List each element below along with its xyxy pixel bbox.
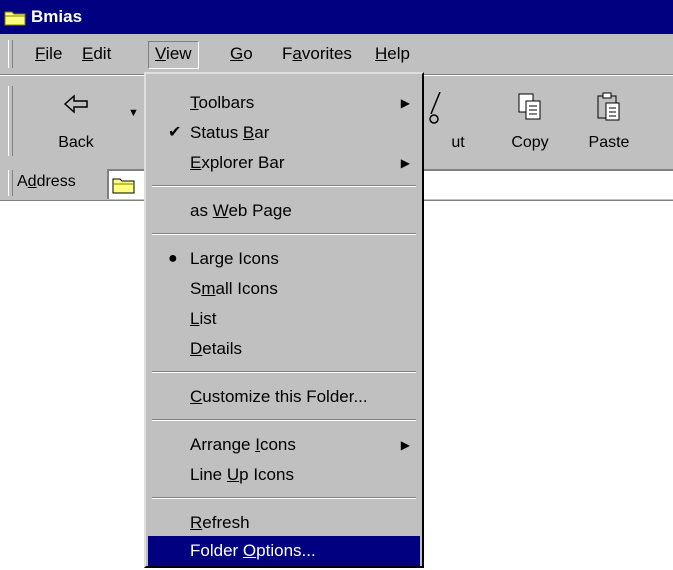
menu-file[interactable]: File bbox=[29, 42, 68, 66]
menu-large-icons[interactable]: ● Large Icons bbox=[148, 244, 420, 274]
paste-icon bbox=[596, 92, 622, 127]
menu-as-web-page[interactable]: as Web Page bbox=[148, 196, 420, 226]
menu-status-bar[interactable]: ✔ Status Bar bbox=[148, 118, 420, 148]
cut-button[interactable]: ut bbox=[415, 82, 487, 160]
back-arrow-icon bbox=[63, 92, 89, 121]
folder-icon bbox=[4, 9, 26, 31]
menu-details[interactable]: Details bbox=[148, 334, 420, 364]
menu-favorites[interactable]: Favorites bbox=[276, 42, 358, 66]
window-title: Bmias bbox=[31, 7, 83, 26]
menu-folder-options[interactable]: Folder Options... bbox=[148, 536, 420, 566]
addressbar-grip[interactable] bbox=[8, 170, 13, 196]
menu-line-up-icons[interactable]: Line Up Icons bbox=[148, 460, 420, 490]
menu-refresh[interactable]: Refresh bbox=[148, 508, 420, 538]
menu-small-icons[interactable]: Small Icons bbox=[148, 274, 420, 304]
checkmark-icon: ✔ bbox=[168, 124, 182, 141]
copy-button[interactable]: Copy bbox=[494, 82, 566, 160]
submenu-arrow-icon: ▶ bbox=[400, 96, 410, 110]
folder-icon bbox=[112, 176, 136, 200]
toolbar-grip[interactable] bbox=[8, 86, 13, 156]
menu-arrange-icons[interactable]: Arrange Icons ▶ bbox=[148, 430, 420, 460]
radio-bullet-icon: ● bbox=[168, 250, 178, 267]
menu-edit[interactable]: Edit bbox=[76, 42, 117, 66]
menu-view[interactable]: View bbox=[148, 41, 199, 69]
address-label: Address bbox=[17, 173, 76, 190]
copy-icon bbox=[517, 92, 543, 127]
paste-button[interactable]: Paste bbox=[573, 82, 645, 160]
submenu-arrow-icon: ▶ bbox=[400, 438, 410, 452]
view-menu-dropdown: Toolbars ▶ ✔ Status Bar Explorer Bar ▶ a… bbox=[144, 72, 424, 568]
menu-explorer-bar[interactable]: Explorer Bar ▶ bbox=[148, 148, 420, 178]
menu-help[interactable]: Help bbox=[369, 42, 416, 66]
menu-bar: File Edit View Go Favorites Help bbox=[0, 34, 673, 75]
back-button[interactable]: Back bbox=[40, 82, 112, 160]
menu-go[interactable]: Go bbox=[224, 42, 259, 66]
menu-separator bbox=[152, 371, 416, 373]
menu-customize-folder[interactable]: Customize this Folder... bbox=[148, 382, 420, 412]
title-bar: Bmias bbox=[0, 0, 673, 34]
menu-separator bbox=[152, 185, 416, 187]
back-dropdown-icon[interactable]: ▼ bbox=[128, 107, 139, 119]
submenu-arrow-icon: ▶ bbox=[400, 156, 410, 170]
menu-list[interactable]: List bbox=[148, 304, 420, 334]
menu-separator bbox=[152, 497, 416, 499]
menu-toolbars[interactable]: Toolbars ▶ bbox=[148, 88, 420, 118]
menu-separator bbox=[152, 233, 416, 235]
menubar-grip[interactable] bbox=[8, 40, 13, 68]
menu-separator bbox=[152, 419, 416, 421]
scissors-icon bbox=[428, 91, 442, 131]
